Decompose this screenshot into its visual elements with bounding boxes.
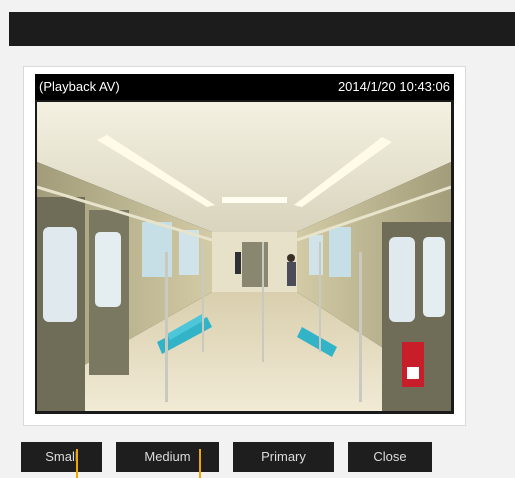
video-frame-image: [37, 102, 451, 411]
video-viewer-panel: (Playback AV) 2014/1/20 10:43:06: [23, 66, 466, 426]
video-timestamp: 2014/1/20 10:43:06: [337, 79, 450, 94]
video-overlay-bar: (Playback AV) 2014/1/20 10:43:06: [35, 74, 454, 100]
top-header-bar: [9, 12, 515, 46]
playback-mode-label: (Playback AV): [39, 79, 120, 94]
medium-button-marker: [199, 449, 201, 478]
primary-size-button[interactable]: Primary: [233, 442, 334, 472]
video-playback-area[interactable]: (Playback AV) 2014/1/20 10:43:06: [35, 74, 454, 414]
small-size-button[interactable]: Small: [21, 442, 102, 472]
close-button[interactable]: Close: [348, 442, 432, 472]
medium-size-button[interactable]: Medium: [116, 442, 219, 472]
small-button-marker: [76, 449, 78, 478]
